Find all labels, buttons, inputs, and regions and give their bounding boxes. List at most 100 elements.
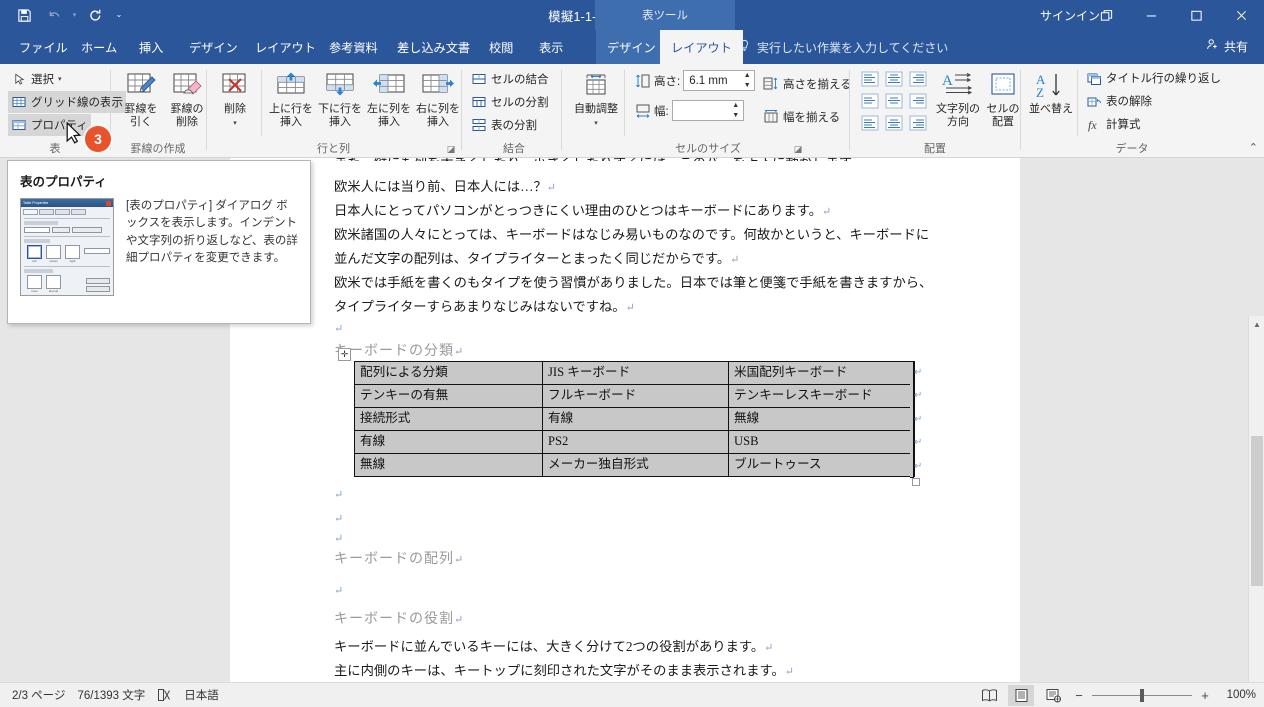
table-cell[interactable]: 接続形式 bbox=[354, 407, 543, 431]
tab-view[interactable]: 表示 bbox=[528, 30, 574, 64]
column-width-stepper[interactable]: ▲ ▼ bbox=[729, 101, 743, 120]
zoom-level-label[interactable]: 100% bbox=[1218, 689, 1256, 701]
table-resize-handle[interactable] bbox=[912, 478, 920, 486]
tab-table-design[interactable]: デザイン bbox=[596, 30, 667, 64]
table-cell[interactable]: PS2 bbox=[542, 430, 729, 454]
split-table-button[interactable]: 表の分割 bbox=[468, 114, 540, 136]
ribbon-group-rows-columns: 削除 ▾ 上に行を 挿入 下に行を 挿入 左に列を 挿入 右に列を 挿入 行と列… bbox=[207, 64, 460, 158]
scrollbar-thumb[interactable] bbox=[1251, 436, 1263, 586]
cell-size-dialog-launcher[interactable]: ◪ bbox=[792, 143, 804, 155]
table-cell[interactable]: 無線 bbox=[728, 407, 915, 431]
collapse-ribbon-button[interactable]: ⌃ bbox=[1249, 141, 1258, 154]
align-bottom-right-button[interactable] bbox=[906, 112, 930, 134]
undo-icon[interactable] bbox=[40, 2, 68, 28]
align-top-right-button[interactable] bbox=[906, 68, 930, 90]
distribute-columns-button[interactable]: 幅を揃える bbox=[760, 106, 843, 128]
view-gridlines-button[interactable]: グリッド線の表示 bbox=[8, 91, 126, 113]
table-cell[interactable]: 米国配列キーボード bbox=[728, 361, 915, 385]
distribute-rows-button[interactable]: 高さを揃える bbox=[760, 73, 855, 95]
tab-table-layout[interactable]: レイアウト bbox=[660, 30, 743, 64]
paragraph-line: 欧米諸国の人々にとっては、キーボードはなじみ易いものなのです。何故かというと、キ… bbox=[334, 227, 930, 242]
table-cell[interactable]: JIS キーボード bbox=[542, 361, 729, 385]
insert-below-button[interactable]: 下に行を 挿入 bbox=[316, 69, 364, 128]
tell-me-search[interactable]: 実行したい作業を入力してください bbox=[738, 30, 948, 64]
zoom-slider-knob[interactable] bbox=[1140, 688, 1144, 702]
table-row[interactable]: テンキーの有無 フルキーボード テンキーレスキーボード bbox=[354, 384, 915, 408]
read-mode-button[interactable] bbox=[976, 685, 1002, 706]
proofing-errors-icon[interactable] bbox=[157, 688, 172, 702]
redo-icon[interactable] bbox=[81, 2, 109, 28]
align-top-left-button[interactable] bbox=[858, 68, 882, 90]
share-button[interactable]: 共有 bbox=[1195, 32, 1258, 60]
maximize-icon[interactable] bbox=[1174, 0, 1219, 30]
table-cell[interactable]: 無線 bbox=[354, 453, 543, 477]
close-icon[interactable] bbox=[1219, 0, 1264, 30]
save-icon[interactable] bbox=[10, 2, 38, 28]
delete-button[interactable]: 削除 ▾ bbox=[211, 69, 259, 128]
merge-cells-button[interactable]: セルの結合 bbox=[468, 68, 552, 90]
document-table[interactable]: 配列による分類 JIS キーボード 米国配列キーボード テンキーの有無 フルキー… bbox=[354, 361, 915, 477]
table-cell[interactable]: ブルートゥース bbox=[728, 453, 915, 477]
vertical-scrollbar[interactable]: ▲ ▼ bbox=[1248, 316, 1264, 682]
formula-button[interactable]: fx 計算式 bbox=[1083, 113, 1144, 135]
table-cell[interactable]: メーカー独自形式 bbox=[542, 453, 729, 477]
table-row[interactable]: 有線 PS2 USB bbox=[354, 430, 915, 454]
select-button[interactable]: 選択 ▾ bbox=[8, 68, 65, 90]
undo-dropdown-icon[interactable]: ▾ bbox=[70, 2, 79, 28]
tab-layout[interactable]: レイアウト bbox=[244, 30, 327, 64]
web-layout-button[interactable] bbox=[1040, 685, 1066, 706]
table-row[interactable]: 無線 メーカー独自形式 ブルートゥース bbox=[354, 453, 915, 477]
tab-home[interactable]: ホーム bbox=[70, 30, 128, 64]
scroll-up-arrow-icon[interactable]: ▲ bbox=[1249, 316, 1264, 332]
tab-references[interactable]: 参考資料 bbox=[318, 30, 389, 64]
zoom-slider[interactable] bbox=[1092, 688, 1192, 702]
delete-caret-icon[interactable]: ▾ bbox=[233, 120, 237, 127]
align-bottom-left-button[interactable] bbox=[858, 112, 882, 134]
restore-down-icon[interactable] bbox=[1084, 0, 1129, 30]
table-cell[interactable]: フルキーボード bbox=[542, 384, 729, 408]
row-height-stepper[interactable]: ▲ ▼ bbox=[740, 71, 754, 90]
insert-left-button[interactable]: 左に列を 挿入 bbox=[365, 69, 413, 128]
page-number-status[interactable]: 2/3 ページ bbox=[12, 687, 65, 703]
table-cell[interactable]: 配列による分類 bbox=[354, 361, 543, 385]
rows-columns-dialog-launcher[interactable]: ◪ bbox=[445, 143, 457, 155]
split-cells-button[interactable]: セルの分割 bbox=[468, 91, 552, 113]
language-status[interactable]: 日本語 bbox=[184, 687, 219, 703]
repeat-header-rows-button[interactable]: タイトル行の繰り返し bbox=[1083, 67, 1224, 89]
align-center-button[interactable] bbox=[882, 90, 906, 112]
eraser-label-1: 罫線の bbox=[170, 103, 204, 115]
print-layout-button[interactable] bbox=[1008, 684, 1034, 706]
tab-review[interactable]: 校閲 bbox=[478, 30, 524, 64]
table-cell[interactable]: 有線 bbox=[354, 430, 543, 454]
eraser-button[interactable]: 罫線の 削除 bbox=[163, 69, 211, 128]
table-cell[interactable]: 有線 bbox=[542, 407, 729, 431]
minimize-icon[interactable] bbox=[1129, 0, 1174, 30]
table-row[interactable]: 配列による分類 JIS キーボード 米国配列キーボード bbox=[354, 361, 915, 385]
sort-button[interactable]: AZ 並べ替え bbox=[1027, 69, 1075, 116]
tab-design[interactable]: デザイン bbox=[178, 30, 249, 64]
table-cell[interactable]: テンキーの有無 bbox=[354, 384, 543, 408]
align-top-center-button[interactable] bbox=[882, 68, 906, 90]
convert-to-text-button[interactable]: 表の解除 bbox=[1083, 90, 1155, 112]
customize-qat-icon[interactable]: ⌄ bbox=[111, 2, 127, 28]
insert-right-button[interactable]: 右に列を 挿入 bbox=[414, 69, 462, 128]
align-center-left-button[interactable] bbox=[858, 90, 882, 112]
insert-above-button[interactable]: 上に行を 挿入 bbox=[267, 69, 315, 128]
autofit-caret-icon[interactable]: ▾ bbox=[594, 120, 598, 127]
tab-file[interactable]: ファイル bbox=[8, 30, 79, 64]
table-cell[interactable]: USB bbox=[728, 430, 915, 454]
autofit-button[interactable]: 自動調整 ▾ bbox=[570, 69, 622, 128]
draw-table-button[interactable]: 罫線を 引く bbox=[117, 69, 165, 128]
table-move-handle[interactable]: ✛ bbox=[338, 348, 351, 361]
align-center-right-button[interactable] bbox=[906, 90, 930, 112]
table-cell[interactable]: テンキーレスキーボード bbox=[728, 384, 915, 408]
document-page[interactable]: また、縦にも列を大きくしたり、小さくしたりするには、このバーを上下に動かします。… bbox=[230, 158, 1020, 682]
word-count-status[interactable]: 76/1393 文字 bbox=[77, 687, 145, 703]
zoom-in-button[interactable]: + bbox=[1198, 688, 1212, 703]
text-direction-button[interactable]: A 文字列の 方向 bbox=[934, 69, 982, 128]
tab-mailings[interactable]: 差し込み文書 bbox=[386, 30, 481, 64]
align-bottom-center-button[interactable] bbox=[882, 112, 906, 134]
zoom-out-button[interactable]: − bbox=[1072, 688, 1086, 703]
tab-insert[interactable]: 挿入 bbox=[128, 30, 174, 64]
table-row[interactable]: 接続形式 有線 無線 bbox=[354, 407, 915, 431]
